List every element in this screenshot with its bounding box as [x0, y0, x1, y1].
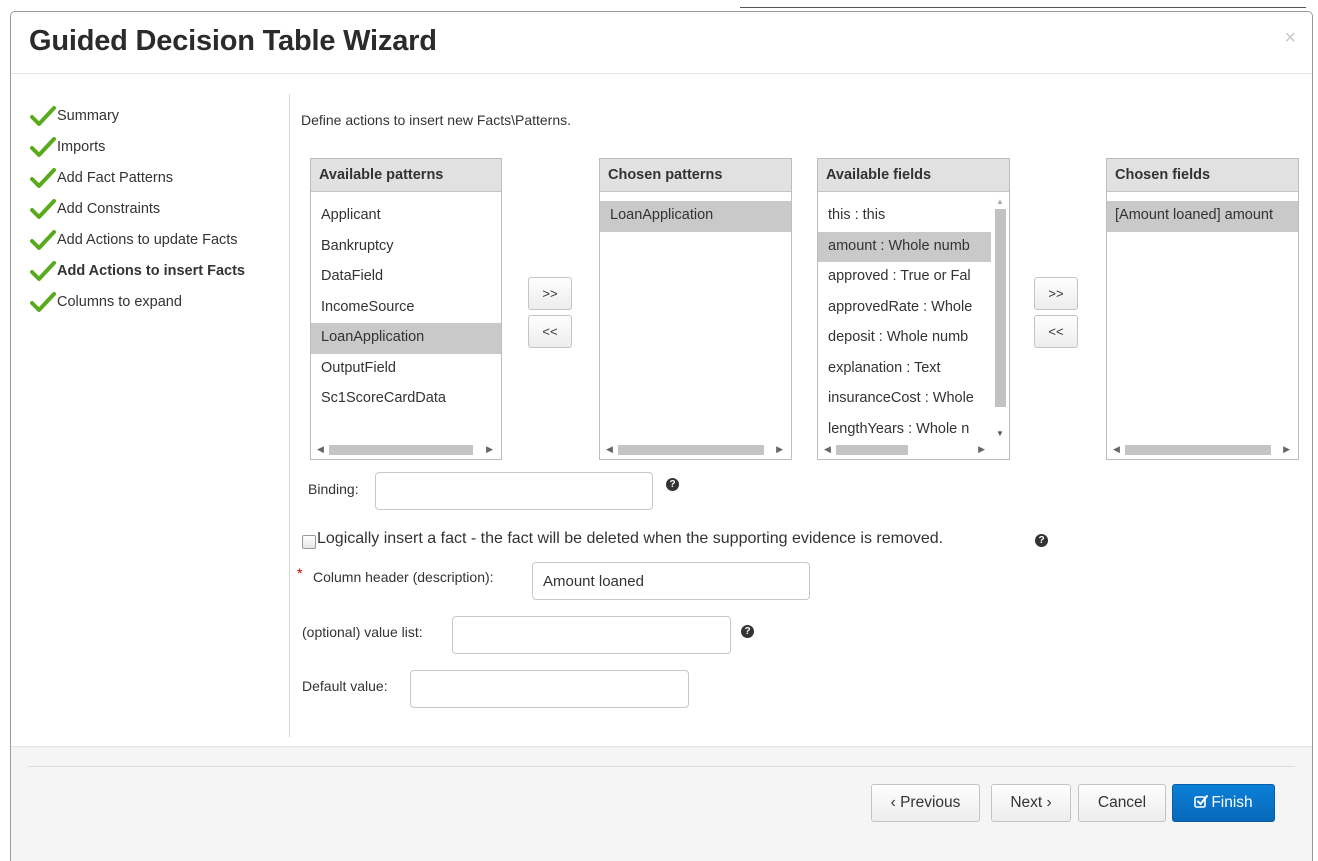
step-summary[interactable]: Summary	[30, 100, 290, 131]
wizard-steps: Summary Imports Add Fact Patterns Add Co…	[30, 100, 290, 317]
step-add-fact-patterns[interactable]: Add Fact Patterns	[30, 162, 290, 193]
scroll-right-icon[interactable]: ▶	[486, 444, 493, 455]
value-list-input[interactable]	[452, 616, 731, 654]
available-fields-list[interactable]: Available fields this : this amount : Wh…	[817, 158, 1010, 460]
scroll-left-icon[interactable]: ◀	[1113, 444, 1120, 455]
vertical-scrollbar[interactable]: ▲ ▼	[993, 193, 1007, 442]
step-add-actions-insert[interactable]: Add Actions to insert Facts	[30, 255, 290, 286]
list-item[interactable]: explanation : Text	[818, 354, 991, 385]
step-label: Imports	[57, 138, 106, 155]
finish-label: Finish	[1211, 794, 1253, 811]
step-add-constraints[interactable]: Add Constraints	[30, 193, 290, 224]
add-pattern-button[interactable]: >>	[528, 277, 572, 310]
step-columns-to-expand[interactable]: Columns to expand	[30, 286, 290, 317]
list-header: Chosen patterns	[600, 159, 791, 192]
list-item[interactable]: approved : True or Fal	[818, 262, 991, 293]
logical-insert-label: Logically insert a fact - the fact will …	[317, 530, 944, 547]
check-icon	[30, 167, 56, 188]
scroll-left-icon[interactable]: ◀	[317, 444, 324, 455]
close-icon[interactable]: ×	[1284, 28, 1296, 48]
chosen-patterns-list[interactable]: Chosen patterns LoanApplication ◀ ▶	[599, 158, 792, 460]
scroll-thumb[interactable]	[1125, 445, 1271, 455]
scroll-left-icon[interactable]: ◀	[606, 444, 613, 455]
check-icon	[30, 229, 56, 250]
wizard-dialog: Guided Decision Table Wizard × Summary I…	[10, 11, 1313, 861]
list-header: Available fields	[818, 159, 1009, 192]
finish-button[interactable]: Finish	[1172, 784, 1275, 822]
instruction-text: Define actions to insert new Facts\Patte…	[301, 112, 572, 128]
list-item[interactable]: deposit : Whole numb	[818, 323, 991, 354]
list-header: Chosen fields	[1107, 159, 1298, 192]
scroll-thumb[interactable]	[618, 445, 764, 455]
default-value-label: Default value:	[302, 678, 388, 694]
add-field-button[interactable]: >>	[1034, 277, 1078, 310]
step-imports[interactable]: Imports	[30, 131, 290, 162]
list-item[interactable]: approvedRate : Whole	[818, 293, 991, 324]
scroll-right-icon[interactable]: ▶	[978, 444, 985, 455]
footer-divider	[28, 766, 1295, 767]
value-list-label: (optional) value list:	[302, 624, 423, 640]
list-item[interactable]: Applicant	[311, 201, 501, 232]
binding-label: Binding:	[308, 481, 359, 497]
check-icon	[30, 291, 56, 312]
scroll-left-icon[interactable]: ◀	[824, 444, 831, 455]
check-icon	[30, 105, 56, 126]
list-item-selected[interactable]: LoanApplication	[600, 201, 791, 232]
check-icon	[30, 260, 56, 281]
help-icon[interactable]: ?	[741, 625, 754, 638]
list-item[interactable]: IncomeSource	[311, 293, 501, 324]
step-label: Summary	[57, 107, 120, 124]
list-item[interactable]: this : this	[818, 201, 991, 232]
list-item[interactable]: insuranceCost : Whole	[818, 384, 991, 415]
list-item-selected[interactable]: amount : Whole numb	[818, 231, 991, 262]
horizontal-scrollbar[interactable]: ◀ ▶	[1109, 442, 1296, 457]
scroll-right-icon[interactable]: ▶	[1283, 444, 1290, 455]
step-add-actions-update[interactable]: Add Actions to update Facts	[30, 224, 290, 255]
step-label: Add Fact Patterns	[57, 169, 174, 186]
horizontal-scrollbar[interactable]: ◀ ▶	[313, 442, 499, 457]
list-item[interactable]: lengthYears : Whole n	[818, 415, 991, 446]
next-button[interactable]: Next ›	[991, 784, 1071, 822]
check-icon	[30, 198, 56, 219]
step-label: Add Actions to update Facts	[57, 231, 238, 248]
help-icon[interactable]: ?	[666, 478, 679, 491]
dialog-header: Guided Decision Table Wizard ×	[11, 12, 1312, 74]
list-item[interactable]: DataField	[311, 262, 501, 293]
dialog-title: Guided Decision Table Wizard	[29, 25, 437, 57]
default-value-input[interactable]	[410, 670, 689, 708]
top-divider	[740, 7, 1306, 8]
list-item[interactable]: Bankruptcy	[311, 232, 501, 263]
previous-button[interactable]: ‹ Previous	[871, 784, 980, 822]
logical-insert-checkbox[interactable]	[302, 535, 316, 549]
column-header-input[interactable]	[532, 562, 810, 600]
list-header: Available patterns	[311, 159, 501, 192]
scroll-thumb[interactable]	[836, 445, 908, 455]
step-label: Add Constraints	[57, 200, 161, 217]
available-patterns-list[interactable]: Available patterns Applicant Bankruptcy …	[310, 158, 502, 460]
remove-field-button[interactable]: <<	[1034, 315, 1078, 348]
help-icon[interactable]: ?	[1035, 534, 1048, 547]
step-label: Columns to expand	[57, 293, 182, 310]
sidebar-divider	[289, 94, 290, 737]
list-item[interactable]: Sc1ScoreCardData	[311, 384, 501, 415]
checkbox-edit-icon	[1194, 795, 1209, 808]
required-marker: *	[297, 565, 303, 581]
scroll-thumb[interactable]	[995, 209, 1006, 407]
scroll-down-icon[interactable]: ▼	[996, 429, 1004, 438]
list-item-selected[interactable]: LoanApplication	[311, 323, 501, 354]
scroll-up-icon[interactable]: ▲	[996, 197, 1004, 206]
horizontal-scrollbar[interactable]: ◀ ▶	[602, 442, 789, 457]
scroll-thumb[interactable]	[329, 445, 473, 455]
remove-pattern-button[interactable]: <<	[528, 315, 572, 348]
cancel-button[interactable]: Cancel	[1078, 784, 1166, 822]
list-item[interactable]: OutputField	[311, 354, 501, 385]
scroll-right-icon[interactable]: ▶	[776, 444, 783, 455]
column-header-label: Column header (description):	[313, 569, 494, 585]
check-icon	[30, 136, 56, 157]
list-item-selected[interactable]: [Amount loaned] amount	[1107, 201, 1298, 232]
step-label: Add Actions to insert Facts	[57, 262, 245, 279]
binding-input[interactable]	[375, 472, 653, 510]
horizontal-scrollbar[interactable]: ◀ ▶	[820, 442, 1007, 457]
chosen-fields-list[interactable]: Chosen fields [Amount loaned] amount ◀ ▶	[1106, 158, 1299, 460]
